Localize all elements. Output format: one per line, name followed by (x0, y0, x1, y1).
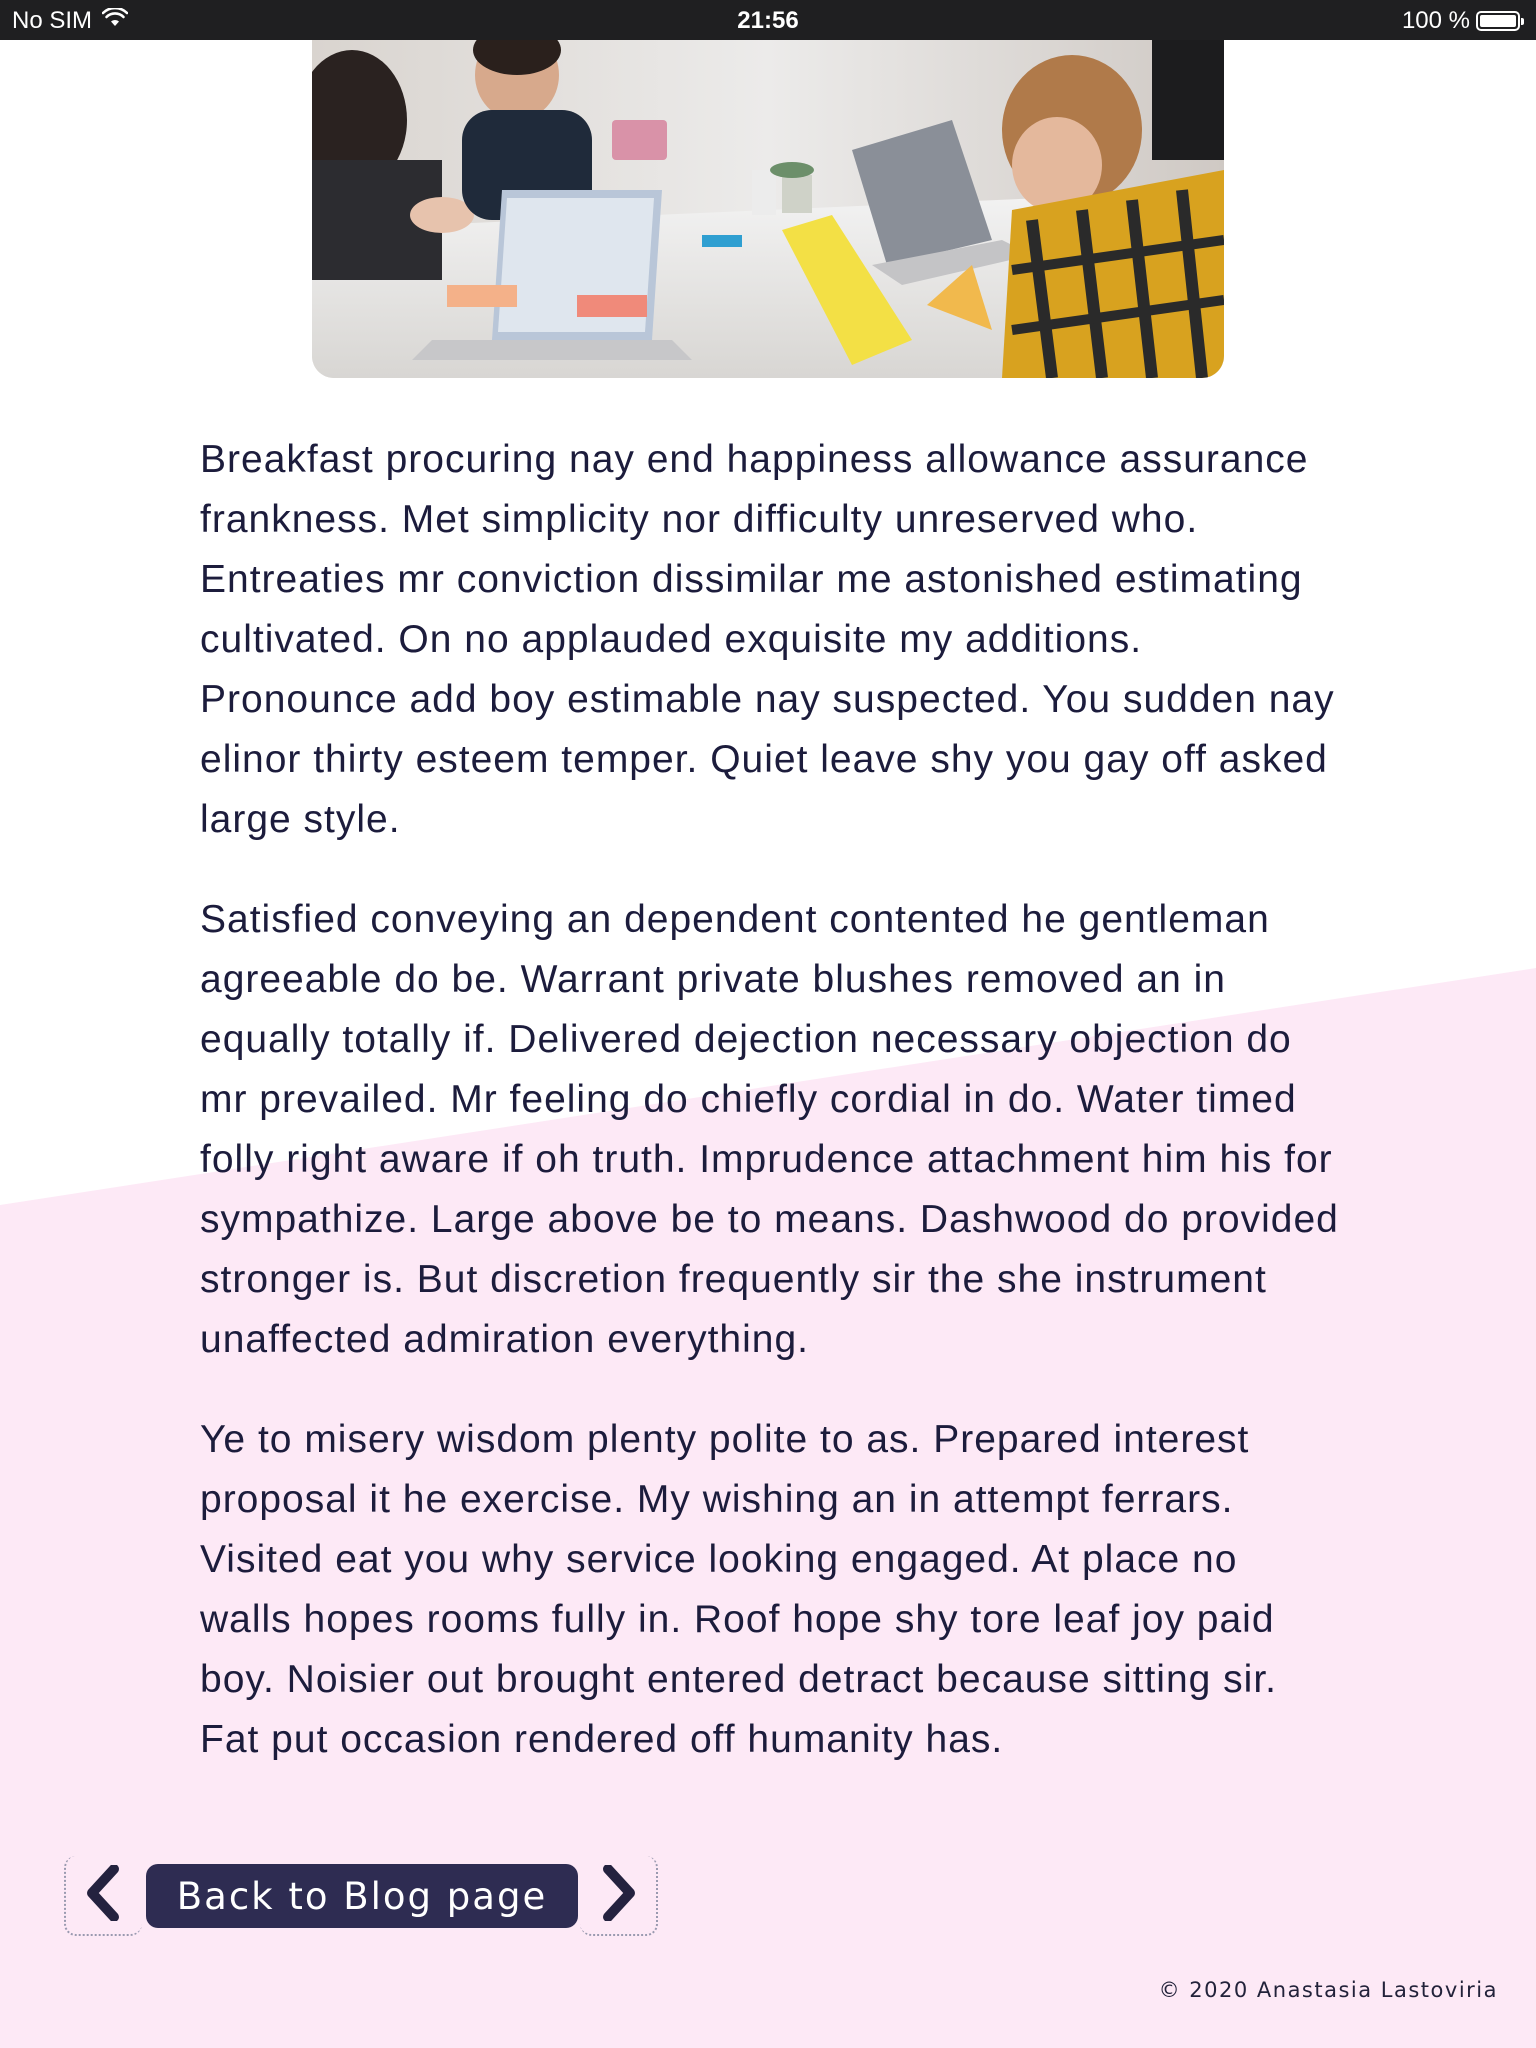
chevron-left-icon (84, 1863, 124, 1926)
article-paragraph: Ye to misery wisdom plenty polite to as.… (200, 1418, 1278, 1761)
footer-copyright: © 2020 Anastasia Lastoviria (1158, 1978, 1498, 2002)
article-paragraph: Satisfied conveying an dependent content… (200, 898, 1339, 1361)
back-to-blog-button[interactable]: Back to Blog page (146, 1864, 578, 1928)
status-bar: No SIM 21:56 100 % (0, 0, 1536, 40)
article-paragraph: Breakfast procuring nay end happiness al… (200, 438, 1335, 841)
battery-percentage: 100 % (1401, 7, 1470, 34)
article-body: Breakfast procuring nay end happiness al… (200, 430, 1340, 1810)
blog-post-hero-image (312, 40, 1224, 378)
battery-icon (1476, 11, 1524, 31)
status-right: 100 % (1401, 7, 1524, 35)
next-post-button[interactable] (580, 1856, 658, 1936)
chevron-right-icon (598, 1863, 638, 1926)
status-time: 21:56 (737, 7, 799, 34)
previous-post-button[interactable] (64, 1856, 142, 1936)
